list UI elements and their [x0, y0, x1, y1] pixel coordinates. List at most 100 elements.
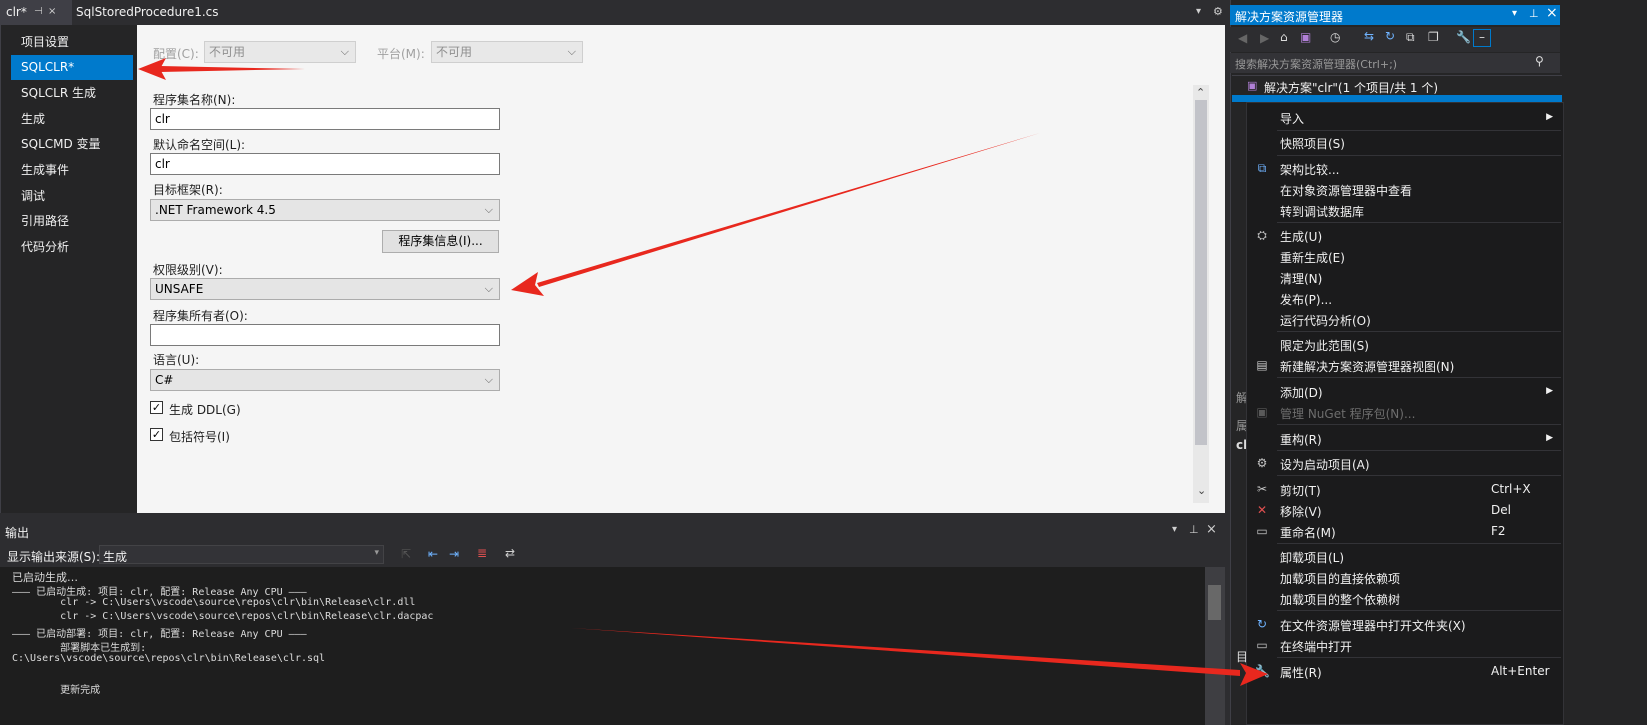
nav-item-build[interactable]: 生成: [11, 107, 133, 132]
home-icon[interactable]: ⌂: [1280, 30, 1288, 44]
switch-views-icon[interactable]: ▣: [1300, 30, 1311, 44]
previous-message-icon[interactable]: ⇤: [428, 547, 438, 561]
include-symbols-checkbox[interactable]: ✓: [150, 428, 163, 441]
menu-item-build[interactable]: 生成(U): [1280, 228, 1322, 245]
output-source-value: 生成: [103, 550, 128, 564]
menu-item-properties[interactable]: 属性(R): [1280, 664, 1322, 681]
menu-item-load-direct-dependencies[interactable]: 加载项目的直接依赖项: [1280, 570, 1400, 587]
refresh-open-icon: ↻: [1256, 617, 1268, 631]
preview-selected-icon[interactable]: –: [1473, 29, 1491, 47]
rename-icon: ▭: [1256, 524, 1268, 538]
nav-item-sqlclr[interactable]: SQLCLR*: [11, 55, 133, 80]
wrench-icon[interactable]: 🔧: [1456, 30, 1471, 44]
menu-item-load-dependency-tree[interactable]: 加载项目的整个依赖树: [1280, 591, 1400, 608]
include-symbols-label: 包括符号(I): [169, 430, 230, 444]
refresh-icon[interactable]: ↻: [1385, 29, 1395, 43]
show-all-files-icon[interactable]: ❐: [1428, 30, 1439, 44]
sync-icon[interactable]: ⇆: [1364, 29, 1374, 43]
window-position-icon[interactable]: ▾: [1172, 524, 1177, 535]
pin-icon[interactable]: ⊥: [1189, 523, 1199, 536]
menu-item-publish[interactable]: 发布(P)...: [1280, 291, 1332, 308]
selected-project-node[interactable]: [1232, 95, 1562, 102]
menu-item-clean[interactable]: 清理(N): [1280, 270, 1322, 287]
next-message-icon[interactable]: ⇥: [449, 547, 459, 561]
terminal-icon: ▭: [1256, 638, 1268, 652]
menu-item-rebuild[interactable]: 重新生成(E): [1280, 249, 1345, 266]
solution-explorer-search[interactable]: 搜索解决方案资源管理器(Ctrl+;) ⚲: [1230, 53, 1560, 73]
menu-separator: [1277, 377, 1561, 378]
nav-item-build-events[interactable]: 生成事件: [11, 158, 133, 183]
menu-item-add[interactable]: 添加(D): [1280, 384, 1323, 401]
close-icon[interactable]: ×: [48, 0, 56, 24]
output-line: 部署脚本已生成到:: [12, 643, 147, 654]
search-icon[interactable]: ⚲: [1535, 54, 1544, 68]
menu-separator: [1277, 331, 1561, 332]
nav-item-debug[interactable]: 调试: [11, 184, 133, 209]
close-icon[interactable]: ×: [1546, 5, 1558, 21]
clear-all-icon[interactable]: ≣: [477, 546, 487, 560]
menu-item-scope-to-this[interactable]: 限定为此范围(S): [1280, 337, 1369, 354]
word-wrap-icon[interactable]: ⇄: [505, 546, 515, 560]
menu-item-go-to-debug-database[interactable]: 转到调试数据库: [1280, 203, 1364, 220]
assembly-name-input[interactable]: clr: [150, 108, 500, 130]
schema-compare-icon: ⧉: [1257, 161, 1267, 175]
output-line: ——— 已启动生成: 项目: clr, 配置: Release Any CPU …: [12, 587, 307, 598]
menu-item-unload-project[interactable]: 卸载项目(L): [1280, 549, 1344, 566]
collapse-all-icon[interactable]: ⧉: [1406, 30, 1415, 45]
nav-item-sqlcmd-variables[interactable]: SQLCMD 变量: [11, 132, 133, 157]
output-scrollbar[interactable]: [1205, 567, 1225, 725]
gear-icon[interactable]: ⚙: [1213, 5, 1223, 18]
shortcut-properties: Alt+Enter: [1491, 664, 1550, 678]
menu-item-snapshot-project[interactable]: 快照项目(S): [1280, 135, 1345, 152]
menu-item-remove[interactable]: 移除(V): [1280, 503, 1322, 520]
menu-item-cut[interactable]: 剪切(T): [1280, 482, 1321, 499]
tab-overflow-icon[interactable]: ▾: [1196, 6, 1201, 17]
tab-label: SqlStoredProcedure1.cs: [76, 5, 219, 19]
back-icon[interactable]: ◀: [1238, 31, 1247, 45]
divider: [1232, 75, 1562, 76]
pin-icon[interactable]: ⊥: [1529, 7, 1539, 20]
output-text-area[interactable]: 已启动生成… ——— 已启动生成: 项目: clr, 配置: Release A…: [0, 567, 1205, 725]
scroll-up-icon[interactable]: ⌃: [1196, 86, 1205, 99]
default-namespace-input[interactable]: clr: [150, 153, 500, 175]
menu-item-rename[interactable]: 重命名(M): [1280, 524, 1336, 541]
output-title: 输出: [5, 526, 30, 540]
assembly-info-button[interactable]: 程序集信息(I)...: [382, 230, 499, 253]
document-tab-strip: clr* ⊣ × SqlStoredProcedure1.cs ▾ ⚙: [0, 0, 1230, 26]
nav-item-code-analysis[interactable]: 代码分析: [11, 235, 133, 260]
solution-root-node[interactable]: 解决方案"clr"(1 个项目/共 1 个): [1264, 79, 1438, 96]
output-toolbar: 显示输出来源(S): 生成 ▾ ⇱ ⇤ ⇥ ≣ ⇄: [0, 543, 1225, 567]
scrollbar-thumb[interactable]: [1208, 585, 1221, 620]
generate-ddl-checkbox[interactable]: ✓: [150, 401, 163, 414]
menu-item-open-in-terminal[interactable]: 在终端中打开: [1280, 638, 1352, 655]
language-select[interactable]: C# ⌵: [150, 369, 500, 391]
menu-item-new-solution-explorer-view[interactable]: 新建解决方案资源管理器视图(N): [1280, 358, 1454, 375]
assembly-owner-input[interactable]: [150, 324, 500, 346]
menu-item-open-in-file-explorer[interactable]: 在文件资源管理器中打开文件夹(X): [1280, 617, 1466, 634]
submenu-arrow-icon: ▶: [1546, 112, 1553, 122]
menu-item-import[interactable]: 导入: [1280, 110, 1304, 127]
menu-item-run-code-analysis[interactable]: 运行代码分析(O): [1280, 312, 1371, 329]
scrollbar-thumb[interactable]: [1195, 100, 1207, 445]
menu-item-set-as-startup-project[interactable]: 设为启动项目(A): [1280, 456, 1370, 473]
nav-item-project-settings[interactable]: 项目设置: [11, 30, 133, 55]
menu-item-refactor[interactable]: 重构(R): [1280, 431, 1322, 448]
scroll-down-icon[interactable]: ⌄: [1197, 484, 1206, 497]
nav-item-reference-paths[interactable]: 引用路径: [11, 209, 133, 234]
permission-level-select[interactable]: UNSAFE ⌵: [150, 278, 500, 300]
window-position-icon[interactable]: ▾: [1512, 8, 1517, 19]
close-icon[interactable]: ×: [1206, 522, 1217, 537]
menu-item-view-in-object-explorer[interactable]: 在对象资源管理器中查看: [1280, 182, 1412, 199]
output-window-header: 输出 ▾ ⊥ ×: [0, 520, 1225, 542]
target-framework-select[interactable]: .NET Framework 4.5 ⌵: [150, 199, 500, 221]
tab-sqlstoredprocedure1[interactable]: SqlStoredProcedure1.cs: [70, 0, 232, 24]
nav-item-sqlclr-build[interactable]: SQLCLR 生成: [11, 81, 133, 106]
menu-separator: [1277, 610, 1561, 611]
tab-clr-properties[interactable]: clr* ⊣ ×: [0, 0, 72, 26]
output-source-select[interactable]: 生成 ▾: [99, 545, 384, 564]
menu-item-schema-compare[interactable]: 架构比较...: [1280, 161, 1339, 178]
pending-changes-icon[interactable]: ◷: [1330, 30, 1340, 44]
forward-icon[interactable]: ▶: [1260, 31, 1269, 45]
project-context-menu: 导入 ▶ 快照项目(S) ⧉ 架构比较... 在对象资源管理器中查看 转到调试数…: [1246, 102, 1564, 725]
pin-icon[interactable]: ⊣: [34, 0, 43, 24]
